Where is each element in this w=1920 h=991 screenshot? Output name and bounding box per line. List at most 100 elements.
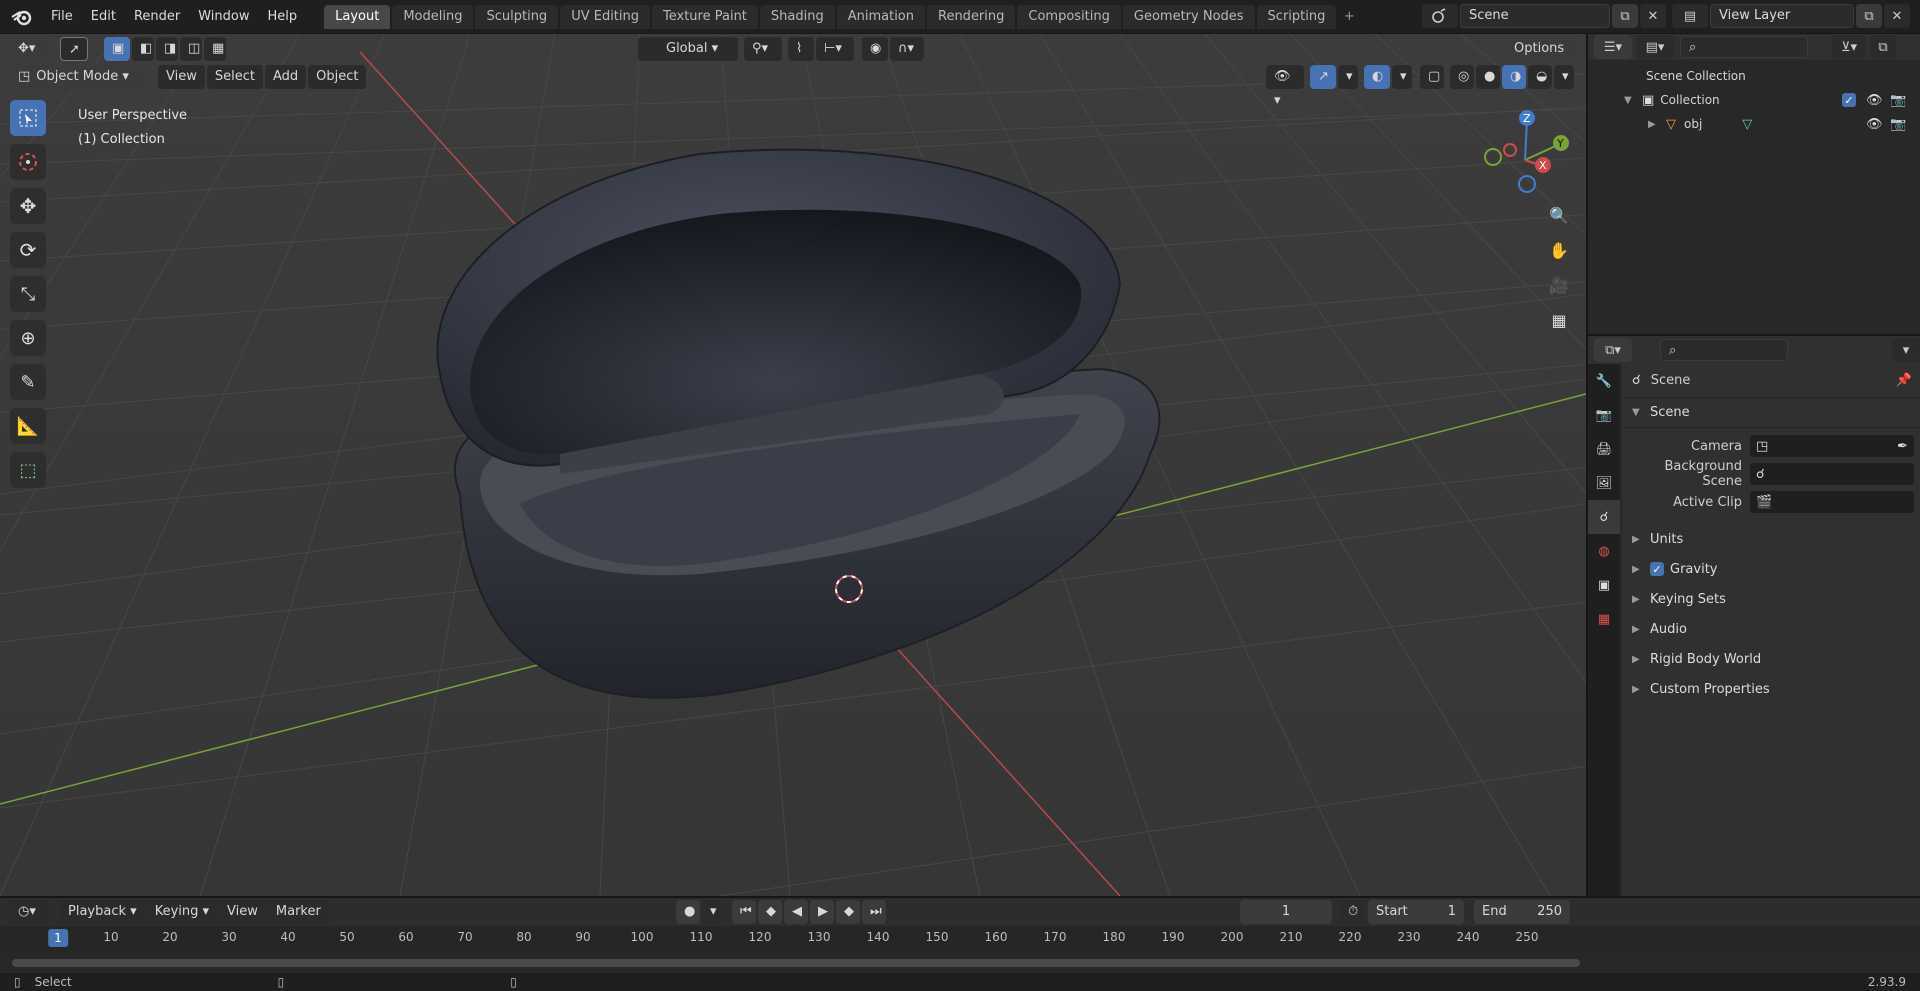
play-icon[interactable]: ▶: [810, 900, 834, 924]
new-scene-icon[interactable]: ⧉: [1612, 4, 1638, 28]
new-collection-icon[interactable]: ⧉: [1870, 35, 1896, 59]
scene-name-field[interactable]: Scene: [1460, 4, 1610, 28]
start-frame-field[interactable]: Start 1: [1368, 900, 1464, 924]
collection-render-icon[interactable]: 📷: [1890, 93, 1906, 108]
add-cube-tool-icon[interactable]: ⬚: [10, 452, 46, 488]
outliner-search-input[interactable]: ⌕: [1680, 36, 1808, 58]
shading-dropdown-icon[interactable]: ▾: [1554, 65, 1574, 89]
custom-properties-section[interactable]: ▶ Custom Properties: [1622, 674, 1920, 704]
proportional-falloff-icon[interactable]: ∩▾: [890, 37, 924, 61]
zoom-icon[interactable]: 🔍: [1544, 200, 1574, 230]
keying-menu[interactable]: Keying ▾: [146, 900, 218, 924]
select-tool-icon[interactable]: ➚: [60, 37, 88, 61]
select-intersect-icon[interactable]: ▦: [204, 37, 226, 61]
prev-keyframe-icon[interactable]: ◆: [758, 900, 782, 924]
editor-type-icon[interactable]: ✥▾: [10, 37, 50, 61]
camera-field[interactable]: ◳ ✒: [1750, 435, 1914, 457]
timeline-view-menu[interactable]: View: [219, 900, 266, 924]
timeline-scrollbar[interactable]: [12, 959, 1580, 967]
view-layer-icon[interactable]: ▤: [1672, 4, 1708, 28]
timeline-editor-type-icon[interactable]: ◷▾: [10, 900, 50, 924]
playback-menu[interactable]: Playback ▾: [60, 900, 145, 924]
record-dropdown-icon[interactable]: ▾: [702, 900, 722, 924]
tab-modeling[interactable]: Modeling: [392, 4, 474, 29]
keying-sets-section[interactable]: ▶ Keying Sets: [1622, 584, 1920, 614]
overlay-dropdown-icon[interactable]: ▾: [1392, 65, 1412, 89]
gizmo-toggle-icon[interactable]: ↗: [1310, 65, 1336, 89]
cursor-tool-icon[interactable]: [10, 144, 46, 180]
play-reverse-icon[interactable]: ◀: [784, 900, 808, 924]
wireframe-shading-icon[interactable]: ◎: [1450, 65, 1474, 89]
preview-range-icon[interactable]: ⏱: [1340, 900, 1364, 924]
perspective-toggle-icon[interactable]: ▦: [1544, 305, 1574, 335]
collection-visibility-icon[interactable]: 👁: [1866, 93, 1883, 108]
tab-compositing[interactable]: Compositing: [1017, 4, 1121, 29]
properties-editor-type-icon[interactable]: ⧉▾: [1594, 338, 1632, 362]
record-icon[interactable]: ●: [676, 900, 700, 924]
pin-icon[interactable]: 📌: [1896, 373, 1912, 388]
blender-logo-icon[interactable]: [6, 0, 38, 34]
tool-tab-icon[interactable]: 🔧: [1588, 364, 1620, 398]
tab-geometry-nodes[interactable]: Geometry Nodes: [1122, 4, 1255, 29]
tab-scripting[interactable]: Scripting: [1256, 4, 1337, 29]
gravity-checkbox[interactable]: ✓: [1650, 562, 1664, 576]
select-subtract-icon[interactable]: ◨: [156, 37, 178, 61]
options-dropdown[interactable]: Options ▾: [1506, 37, 1578, 80]
tab-rendering[interactable]: Rendering: [927, 4, 1016, 29]
collection-exclude-checkbox[interactable]: ✓: [1842, 93, 1856, 107]
rigid-body-world-section[interactable]: ▶ Rigid Body World: [1622, 644, 1920, 674]
snap-toggle-icon[interactable]: ⌇: [788, 37, 814, 61]
jump-end-icon[interactable]: ⏭: [862, 900, 886, 924]
delete-view-layer-icon[interactable]: ✕: [1884, 4, 1910, 28]
menu-window[interactable]: Window: [189, 0, 258, 34]
background-scene-field[interactable]: ☌: [1750, 463, 1914, 485]
pan-hand-icon[interactable]: ✋: [1544, 235, 1574, 265]
output-tab-icon[interactable]: 🖨: [1588, 432, 1620, 466]
tab-animation[interactable]: Animation: [836, 4, 925, 29]
scene-tab-icon[interactable]: ☌: [1588, 500, 1620, 534]
outliner-editor-type-icon[interactable]: ☰▾: [1594, 35, 1632, 59]
outliner-row-obj[interactable]: ▶ ▽ obj ▽ 👁 📷: [1588, 112, 1920, 136]
rendered-shading-icon[interactable]: ◒: [1528, 65, 1552, 89]
xray-toggle-icon[interactable]: ▢: [1420, 65, 1444, 89]
view-layer-field[interactable]: View Layer: [1710, 4, 1854, 28]
menu-file[interactable]: File: [42, 0, 82, 34]
properties-options-icon[interactable]: ▾: [1892, 338, 1920, 362]
collection-tab-icon[interactable]: ▣: [1588, 568, 1620, 602]
audio-section[interactable]: ▶ Audio: [1622, 614, 1920, 644]
tab-shading[interactable]: Shading: [759, 4, 835, 29]
proportional-edit-icon[interactable]: ◉: [862, 37, 888, 61]
add-workspace-button[interactable]: +: [1338, 5, 1360, 29]
delete-scene-icon[interactable]: ✕: [1640, 4, 1666, 28]
gizmo-dropdown-icon[interactable]: ▾: [1338, 65, 1358, 89]
display-mode-icon[interactable]: ▤▾: [1636, 35, 1674, 59]
pivot-point-icon[interactable]: ⚲▾: [744, 37, 782, 61]
tab-texture-paint[interactable]: Texture Paint: [652, 4, 758, 29]
scene-type-icon[interactable]: [1422, 4, 1458, 28]
jump-start-icon[interactable]: ⏮: [732, 900, 756, 924]
expand-collection-icon[interactable]: ▼: [1624, 95, 1634, 106]
render-tab-icon[interactable]: 📷: [1588, 398, 1620, 432]
eyedropper-icon[interactable]: ✒: [1897, 439, 1908, 454]
texture-tab-icon[interactable]: ▦: [1588, 602, 1620, 636]
select-extend-icon[interactable]: ◧: [132, 37, 154, 61]
mode-dropdown[interactable]: ◳ Object Mode ▾: [10, 65, 150, 89]
outliner-row-scene-collection[interactable]: Scene Collection: [1588, 64, 1920, 88]
menu-select[interactable]: Select: [206, 65, 263, 89]
expand-object-icon[interactable]: ▶: [1648, 119, 1658, 130]
transform-orientation-dropdown[interactable]: Global ▾: [638, 37, 738, 61]
active-clip-field[interactable]: 🎬: [1750, 491, 1914, 513]
3d-viewport[interactable]: Z Y X ✥▾ ➚ ▣ ◧ ◨ ◫ ▦ Global ▾ ⚲▾ ⌇ ⊢▾ ◉ …: [0, 34, 1586, 896]
rotate-tool-icon[interactable]: ⟳: [10, 232, 46, 268]
menu-help[interactable]: Help: [259, 0, 307, 34]
tab-sculpting[interactable]: Sculpting: [475, 4, 559, 29]
world-tab-icon[interactable]: ◍: [1588, 534, 1620, 568]
material-shading-icon[interactable]: ◑: [1502, 65, 1526, 89]
tab-uv-editing[interactable]: UV Editing: [560, 4, 651, 29]
new-view-layer-icon[interactable]: ⧉: [1856, 4, 1882, 28]
menu-add[interactable]: Add: [264, 65, 307, 89]
view-layer-tab-icon[interactable]: 🖼: [1588, 466, 1620, 500]
select-invert-icon[interactable]: ◫: [180, 37, 202, 61]
timeline-ruler[interactable]: 1 10 20 30 40 50 60 70 80 90 100 110 120 130 140 150 16…: [0, 926, 1920, 952]
tab-layout[interactable]: Layout: [324, 4, 391, 29]
